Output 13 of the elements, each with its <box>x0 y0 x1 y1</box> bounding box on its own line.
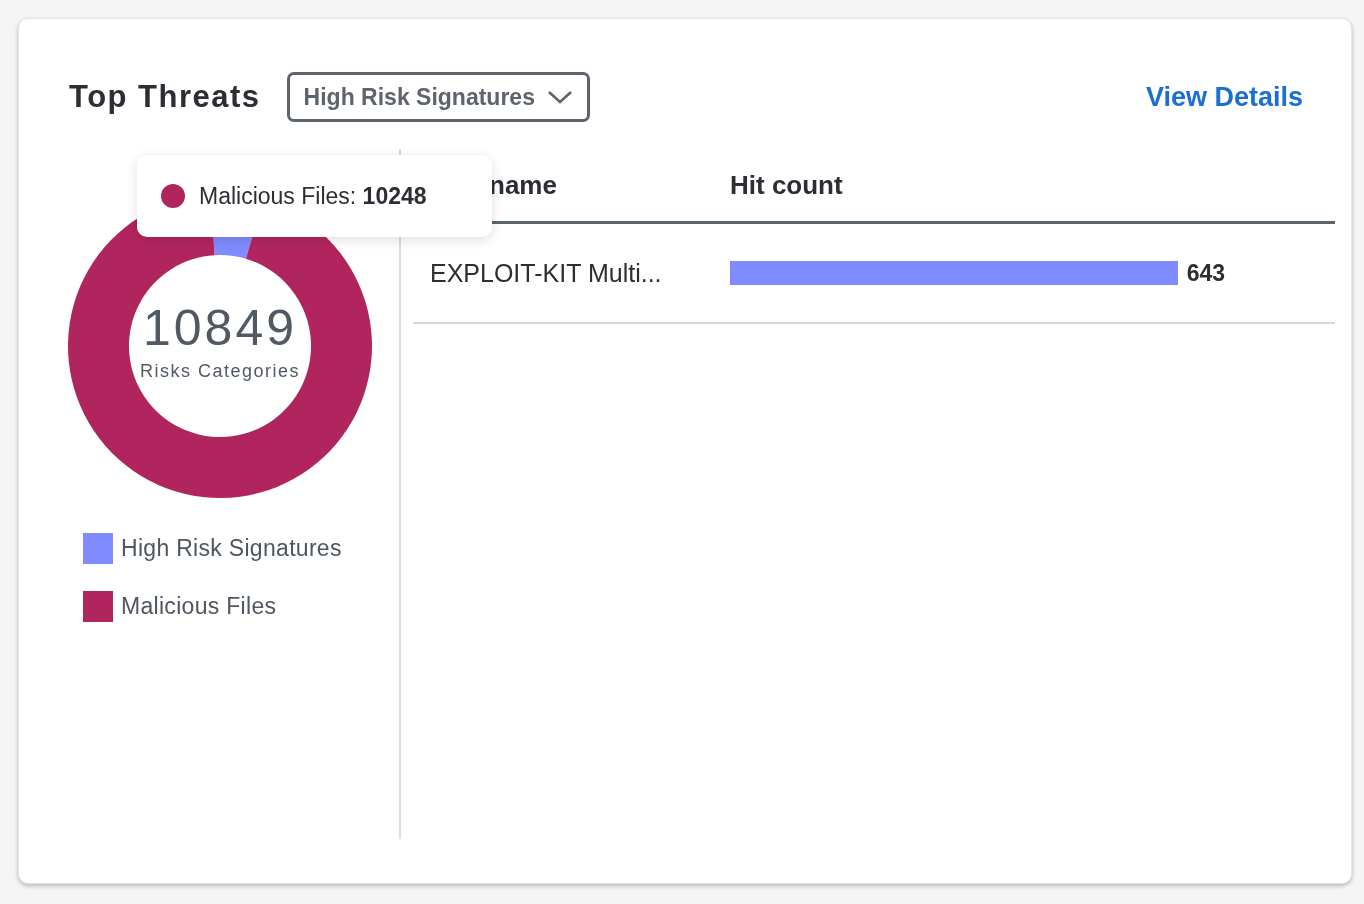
total-count: 10849 <box>142 302 297 353</box>
category-dropdown[interactable]: High Risk Signatures <box>286 72 590 122</box>
chevron-down-icon <box>546 89 573 105</box>
donut-caption: Risks Categories <box>139 360 300 382</box>
column-header: Hit count <box>730 169 843 201</box>
hit-count: 643 <box>1186 259 1226 287</box>
column-header: name <box>489 169 557 201</box>
signature-name: EXPLOIT-KIT Multi... <box>430 258 662 287</box>
tooltip-text: Malicious Files: 10248 <box>199 182 427 210</box>
legend-label: High Risk Signatures <box>121 535 342 562</box>
legend-label: Malicious Files <box>121 593 277 620</box>
view-details-link[interactable]: View Details <box>1145 81 1303 113</box>
card-title: Top Threats <box>69 79 261 115</box>
